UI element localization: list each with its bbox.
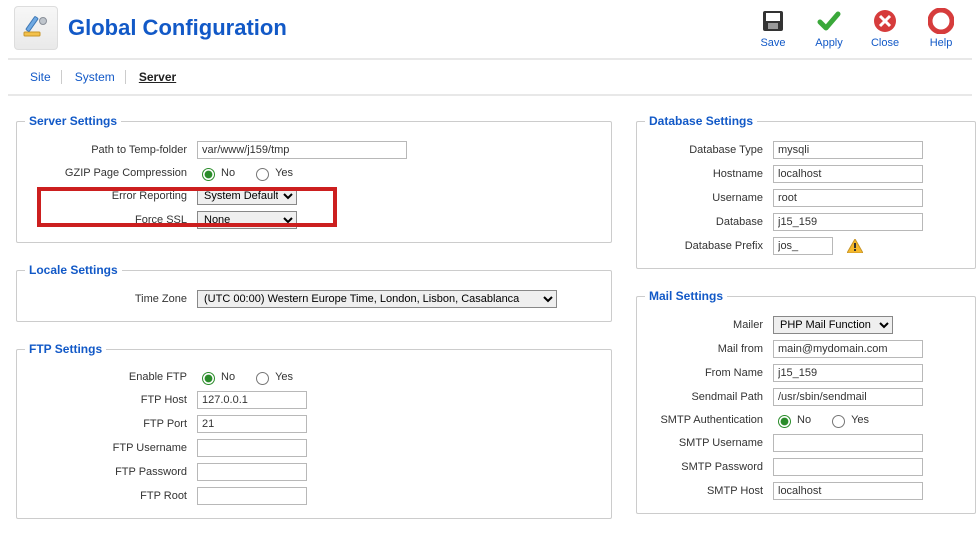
ftp-user-label: FTP Username (25, 442, 197, 454)
db-host-label: Hostname (645, 168, 773, 180)
from-name-input[interactable] (773, 364, 923, 382)
help-button[interactable]: Help (920, 7, 962, 49)
db-prefix-input[interactable] (773, 237, 833, 255)
db-type-label: Database Type (645, 144, 773, 156)
server-settings-group: Server Settings Path to Temp-folder GZIP… (16, 114, 612, 243)
tab-server[interactable]: Server (129, 70, 186, 84)
ftp-port-input[interactable] (197, 415, 307, 433)
smtp-user-label: SMTP Username (645, 437, 773, 449)
close-icon (871, 7, 899, 35)
sendmail-input[interactable] (773, 388, 923, 406)
ftp-user-input[interactable] (197, 439, 307, 457)
mail-settings-legend: Mail Settings (645, 289, 727, 303)
path-tmp-label: Path to Temp-folder (25, 144, 197, 156)
ftp-settings-legend: FTP Settings (25, 342, 106, 356)
database-settings-group: Database Settings Database Type Hostname… (636, 114, 976, 269)
save-button[interactable]: Save (752, 7, 794, 49)
smtp-auth-label: SMTP Authentication (645, 414, 773, 426)
ftp-pass-label: FTP Password (25, 466, 197, 478)
path-tmp-input[interactable] (197, 141, 407, 159)
server-settings-legend: Server Settings (25, 114, 121, 128)
ftp-port-label: FTP Port (25, 418, 197, 430)
tab-bar: Site System Server (8, 60, 972, 96)
db-prefix-label: Database Prefix (645, 240, 773, 252)
apply-icon (815, 7, 843, 35)
db-type-input[interactable] (773, 141, 923, 159)
smtp-no-radio[interactable] (778, 415, 791, 428)
gzip-yes-radio[interactable] (256, 168, 269, 181)
ftp-host-label: FTP Host (25, 394, 197, 406)
smtp-pass-input[interactable] (773, 458, 923, 476)
apply-button[interactable]: Apply (808, 7, 850, 49)
db-host-input[interactable] (773, 165, 923, 183)
header: Global Configuration Save Apply Close He… (8, 0, 972, 60)
locale-settings-group: Locale Settings Time Zone (UTC 00:00) We… (16, 263, 612, 322)
warning-icon (847, 239, 863, 253)
force-ssl-select[interactable]: None (197, 211, 297, 229)
ftp-settings-group: FTP Settings Enable FTP No Yes FTP Host … (16, 342, 612, 519)
db-name-input[interactable] (773, 213, 923, 231)
db-name-label: Database (645, 216, 773, 228)
db-user-input[interactable] (773, 189, 923, 207)
locale-settings-legend: Locale Settings (25, 263, 122, 277)
toolbar: Save Apply Close Help (752, 7, 962, 49)
ftp-pass-input[interactable] (197, 463, 307, 481)
force-ssl-label: Force SSL (25, 214, 197, 226)
ftp-host-input[interactable] (197, 391, 307, 409)
from-name-label: From Name (645, 367, 773, 379)
db-user-label: Username (645, 192, 773, 204)
gzip-no-radio[interactable] (202, 168, 215, 181)
config-icon (14, 6, 58, 50)
mail-settings-group: Mail Settings Mailer PHP Mail Function M… (636, 289, 976, 514)
smtp-host-label: SMTP Host (645, 485, 773, 497)
sendmail-label: Sendmail Path (645, 391, 773, 403)
mail-from-label: Mail from (645, 343, 773, 355)
page-title: Global Configuration (68, 15, 287, 41)
error-reporting-select[interactable]: System Default (197, 187, 297, 205)
gzip-label: GZIP Page Compression (25, 167, 197, 179)
save-icon (759, 7, 787, 35)
content: Server Settings Path to Temp-folder GZIP… (8, 96, 972, 547)
timezone-label: Time Zone (25, 293, 197, 305)
smtp-user-input[interactable] (773, 434, 923, 452)
ftp-root-label: FTP Root (25, 490, 197, 502)
smtp-host-input[interactable] (773, 482, 923, 500)
smtp-yes-radio[interactable] (832, 415, 845, 428)
ftp-enable-label: Enable FTP (25, 371, 197, 383)
error-reporting-label: Error Reporting (25, 190, 197, 202)
help-icon (927, 7, 955, 35)
smtp-pass-label: SMTP Password (645, 461, 773, 473)
mailer-label: Mailer (645, 319, 773, 331)
mail-from-input[interactable] (773, 340, 923, 358)
database-settings-legend: Database Settings (645, 114, 757, 128)
ftp-root-input[interactable] (197, 487, 307, 505)
tab-system[interactable]: System (65, 70, 126, 84)
ftp-yes-radio[interactable] (256, 372, 269, 385)
mailer-select[interactable]: PHP Mail Function (773, 316, 893, 334)
close-button[interactable]: Close (864, 7, 906, 49)
tab-site[interactable]: Site (20, 70, 62, 84)
ftp-no-radio[interactable] (202, 372, 215, 385)
timezone-select[interactable]: (UTC 00:00) Western Europe Time, London,… (197, 290, 557, 308)
